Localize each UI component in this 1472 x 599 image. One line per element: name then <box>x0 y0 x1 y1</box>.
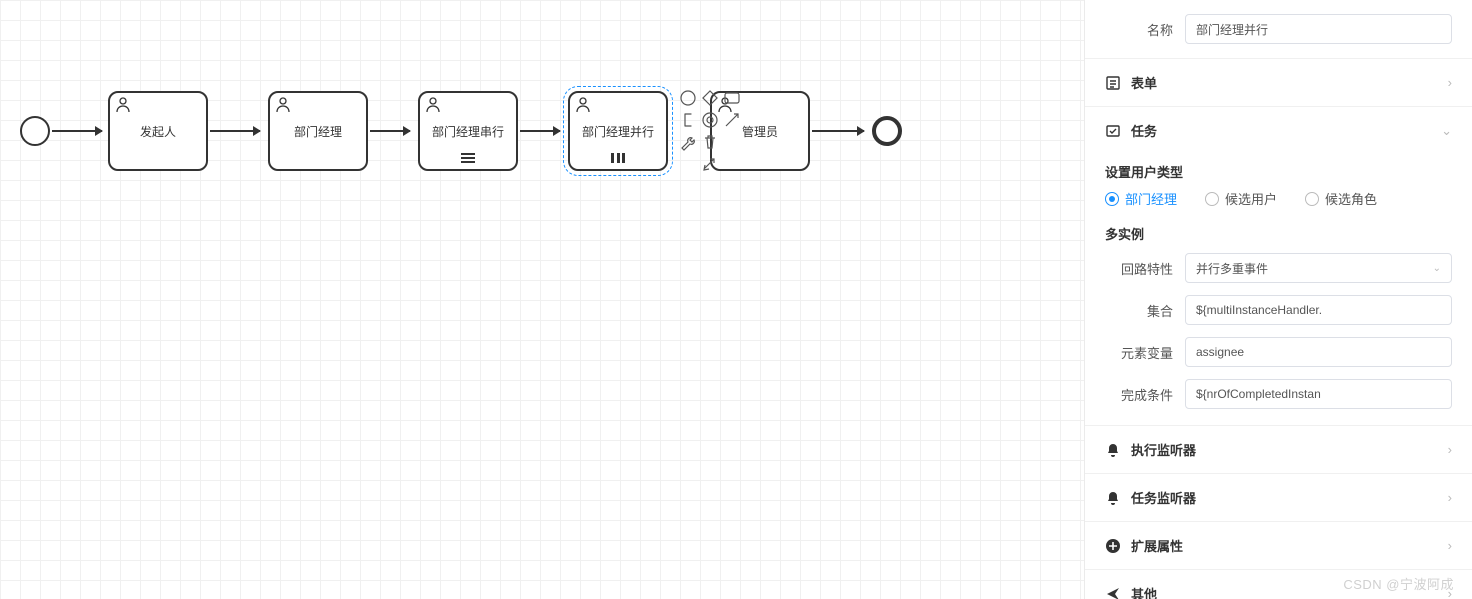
user-icon <box>276 97 290 113</box>
chevron-right-icon: › <box>1448 75 1452 90</box>
radio-candidate-role[interactable]: 候选角色 <box>1305 189 1377 208</box>
form-icon <box>1105 75 1121 91</box>
collection-row: 集合 <box>1085 289 1472 331</box>
start-event[interactable] <box>20 116 50 146</box>
task-dept-manager[interactable]: 部门经理 <box>268 91 368 171</box>
section-task-listener[interactable]: 任务监听器 › <box>1085 473 1472 521</box>
section-title: 任务 <box>1131 121 1157 140</box>
change-type-icon[interactable] <box>700 110 720 130</box>
user-icon <box>116 97 130 113</box>
bell-icon <box>1105 442 1121 458</box>
properties-panel: 名称 表单 › 任务 ⌄ 设置用户类型 部门经理 候选用户 <box>1084 0 1472 599</box>
chevron-right-icon: › <box>1448 442 1452 457</box>
name-input[interactable] <box>1185 14 1452 44</box>
sequence-flow[interactable] <box>210 130 260 132</box>
section-title: 其他 <box>1131 584 1157 599</box>
sequence-flow[interactable] <box>370 130 410 132</box>
radio-dot-icon <box>1305 192 1319 206</box>
task-label: 管理员 <box>742 123 778 140</box>
name-row: 名称 <box>1085 0 1472 50</box>
task-label: 部门经理 <box>294 123 342 140</box>
section-task[interactable]: 任务 ⌄ <box>1085 106 1472 154</box>
multi-instance-sequential-icon <box>461 153 475 163</box>
context-pad <box>678 88 744 174</box>
field-label: 集合 <box>1105 301 1185 320</box>
radio-label: 候选角色 <box>1325 189 1377 208</box>
section-title: 表单 <box>1131 73 1157 92</box>
radio-dot-icon <box>1105 192 1119 206</box>
sequence-flow[interactable] <box>520 130 560 132</box>
element-variable-input[interactable] <box>1185 337 1452 367</box>
user-icon <box>576 97 590 113</box>
collection-input[interactable] <box>1185 295 1452 325</box>
user-type-title: 设置用户类型 <box>1085 154 1472 185</box>
field-label: 回路特性 <box>1105 259 1185 278</box>
completion-condition-row: 完成条件 <box>1085 373 1472 415</box>
select-value: 并行多重事件 <box>1196 260 1268 277</box>
section-title: 任务监听器 <box>1131 488 1196 507</box>
section-title: 扩展属性 <box>1131 536 1183 555</box>
chevron-down-icon: ⌄ <box>1441 123 1452 139</box>
loop-characteristics-row: 回路特性 并行多重事件 ⌄ <box>1085 247 1472 289</box>
section-title: 执行监听器 <box>1131 440 1196 459</box>
end-event[interactable] <box>872 116 902 146</box>
field-label: 元素变量 <box>1105 343 1185 362</box>
task-label: 部门经理串行 <box>432 123 504 140</box>
append-end-event-icon[interactable] <box>678 88 698 108</box>
bell-icon <box>1105 490 1121 506</box>
task-label: 部门经理并行 <box>582 123 654 140</box>
annotation-icon[interactable] <box>678 110 698 130</box>
radio-label: 部门经理 <box>1125 189 1177 208</box>
bpmn-canvas[interactable]: 发起人 部门经理 部门经理串行 部门经理并行 管理员 <box>0 0 1084 599</box>
chevron-right-icon: › <box>1448 490 1452 505</box>
radio-dept-manager[interactable]: 部门经理 <box>1105 189 1177 208</box>
sequence-flow[interactable] <box>52 130 102 132</box>
task-icon <box>1105 123 1121 139</box>
task-section-body: 设置用户类型 部门经理 候选用户 候选角色 多实例 回路特性 并行多重事件 ⌄ <box>1085 154 1472 425</box>
sequence-flow[interactable] <box>812 130 864 132</box>
connect-icon[interactable] <box>722 110 742 130</box>
plus-circle-icon <box>1105 538 1121 554</box>
name-label: 名称 <box>1105 20 1185 39</box>
multi-instance-title: 多实例 <box>1085 216 1472 247</box>
completion-condition-input[interactable] <box>1185 379 1452 409</box>
element-variable-row: 元素变量 <box>1085 331 1472 373</box>
task-dept-manager-parallel[interactable]: 部门经理并行 <box>568 91 668 171</box>
task-initiator[interactable]: 发起人 <box>108 91 208 171</box>
delete-icon[interactable] <box>700 132 720 152</box>
sequence-flow-icon[interactable] <box>700 154 720 174</box>
wrench-icon[interactable] <box>678 132 698 152</box>
append-gateway-icon[interactable] <box>700 88 720 108</box>
section-execution-listener[interactable]: 执行监听器 › <box>1085 425 1472 473</box>
append-task-icon[interactable] <box>722 88 742 108</box>
task-label: 发起人 <box>140 123 176 140</box>
user-type-radio-group: 部门经理 候选用户 候选角色 <box>1085 185 1472 216</box>
section-form[interactable]: 表单 › <box>1085 58 1472 106</box>
watermark: CSDN @宁波阿成 <box>1343 574 1454 593</box>
multi-instance-parallel-icon <box>611 153 625 163</box>
spacer <box>722 132 742 152</box>
task-dept-manager-sequential[interactable]: 部门经理串行 <box>418 91 518 171</box>
chevron-down-icon: ⌄ <box>1433 263 1441 274</box>
radio-label: 候选用户 <box>1225 189 1277 208</box>
spacer <box>678 154 698 174</box>
loop-characteristics-select[interactable]: 并行多重事件 ⌄ <box>1185 253 1452 283</box>
radio-dot-icon <box>1205 192 1219 206</box>
send-icon <box>1105 586 1121 599</box>
radio-candidate-user[interactable]: 候选用户 <box>1205 189 1277 208</box>
chevron-right-icon: › <box>1448 538 1452 553</box>
field-label: 完成条件 <box>1105 385 1185 404</box>
user-icon <box>426 97 440 113</box>
section-extension-props[interactable]: 扩展属性 › <box>1085 521 1472 569</box>
